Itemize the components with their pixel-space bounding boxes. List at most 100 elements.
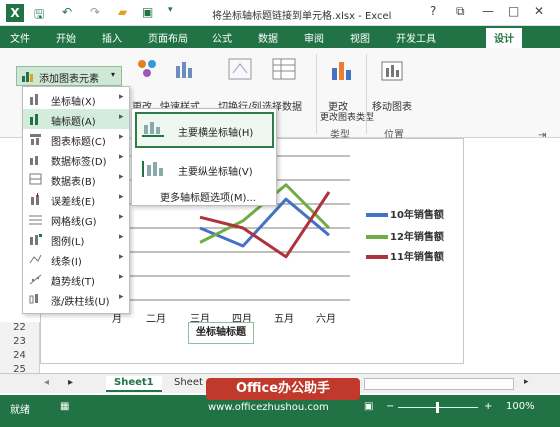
tab-view[interactable]: 视图 <box>350 30 370 45</box>
switch-row-column-icon <box>228 58 252 80</box>
primary-vertical-axis-icon <box>142 161 163 177</box>
maximize-button[interactable]: □ <box>508 4 519 18</box>
ribbon-tab-bar: 文件 开始 插入 页面布局 公式 数据 审阅 视图 开发工具 设计 <box>0 26 560 48</box>
row-header[interactable]: 22 <box>0 322 40 336</box>
page-layout-view-icon[interactable]: ▣ <box>364 401 373 412</box>
row-header[interactable]: 25 <box>0 364 40 373</box>
tab-design[interactable]: 设计 <box>486 28 522 48</box>
menu-item-chart-title[interactable]: 图表标题(C) ▸ <box>23 129 129 149</box>
legend-label: 10年销售额 <box>390 210 444 221</box>
row-header[interactable]: 23 <box>0 336 40 350</box>
menu-item-label: 线条(I) <box>51 257 82 268</box>
submenu-arrow-icon: ▸ <box>119 92 124 102</box>
watermark-logo: Office办公助手 <box>206 378 360 400</box>
error-bars-icon <box>31 193 39 205</box>
menu-item-label: 图例(L) <box>51 237 85 248</box>
ribbon-display-button[interactable]: ⧉ <box>456 4 465 19</box>
submenu-arrow-icon: ▸ <box>119 152 124 162</box>
menu-item-label: 网格线(G) <box>51 217 97 228</box>
scroll-tabs-left-button[interactable]: ◂ <box>36 376 57 392</box>
submenu-arrow-icon: ▸ <box>119 272 124 282</box>
print-preview-icon[interactable]: ▣ <box>142 5 153 19</box>
data-table-icon <box>29 173 42 185</box>
ribbon-separator <box>366 54 367 134</box>
axes-icon <box>30 94 38 105</box>
menu-item-axes[interactable]: 坐标轴(X) ▸ <box>23 89 129 109</box>
zoom-out-button[interactable]: − <box>386 401 394 412</box>
menu-item-label: 图表标题(C) <box>51 137 106 148</box>
menu-item-label: 坐标轴(X) <box>51 97 96 108</box>
menu-item-label: 涨/跌柱线(U) <box>51 297 110 308</box>
menu-item-axis-titles[interactable]: 轴标题(A) ▸ <box>23 109 129 129</box>
submenu-item-label: 主要横坐标轴(H) <box>178 128 254 139</box>
submenu-arrow-icon: ▸ <box>119 212 124 222</box>
x-tick-label: 五月 <box>274 314 294 325</box>
title-bar: X 🖫 ↶ ↷ ▰ ▣ ▾ 将坐标轴标题链接到单元格.xlsx - Excel … <box>0 0 560 26</box>
menu-item-label: 趋势线(T) <box>51 277 95 288</box>
window-title: 将坐标轴标题链接到单元格.xlsx - Excel <box>212 11 392 22</box>
tab-developer[interactable]: 开发工具 <box>396 30 436 45</box>
menu-item-up-down-bars[interactable]: 涨/跌柱线(U) ▸ <box>23 289 129 309</box>
axis-titles-submenu: 主要横坐标轴(H) 主要纵坐标轴(V) 更多轴标题选项(M)... <box>131 108 277 206</box>
submenu-arrow-icon: ▸ <box>119 252 124 262</box>
status-ready: 就绪 <box>10 405 30 416</box>
submenu-item-primary-vertical[interactable]: 主要纵坐标轴(V) <box>178 163 253 178</box>
horizontal-scrollbar[interactable] <box>364 378 514 390</box>
data-labels-icon <box>30 156 38 165</box>
legend-label: 12年销售额 <box>390 232 444 243</box>
help-button[interactable]: ? <box>430 4 436 18</box>
add-chart-element-label: 添加图表元素 <box>39 74 99 85</box>
menu-item-data-table[interactable]: 数据表(B) ▸ <box>23 169 129 189</box>
menu-item-gridlines[interactable]: 网格线(G) ▸ <box>23 209 129 229</box>
chart-styles-icon <box>176 62 192 78</box>
row-header[interactable]: 24 <box>0 350 40 364</box>
close-button[interactable]: ✕ <box>534 4 544 18</box>
legend-item: 10年销售额 <box>366 206 444 221</box>
up-down-bars-icon <box>29 294 38 304</box>
zoom-level[interactable]: 100% <box>506 401 535 412</box>
menu-item-label: 数据表(B) <box>51 177 96 188</box>
redo-icon[interactable]: ↷ <box>90 5 100 19</box>
sheet-tab-sheet2[interactable]: Sheet <box>166 376 211 392</box>
save-icon[interactable]: 🖫 <box>34 5 44 26</box>
scroll-right-arrow-icon[interactable]: ▸ <box>516 376 537 392</box>
submenu-item-more-options[interactable]: 更多轴标题选项(M)... <box>160 189 256 204</box>
sheet-tab-sheet1[interactable]: Sheet1 <box>106 376 162 392</box>
macro-record-icon[interactable]: ▦ <box>60 401 69 412</box>
add-chart-element-button[interactable]: 添加图表元素 ▾ <box>16 66 122 86</box>
submenu-arrow-icon: ▸ <box>119 232 124 242</box>
menu-item-label: 数据标签(D) <box>51 157 107 168</box>
chevron-down-icon: ▾ <box>111 70 116 79</box>
submenu-arrow-icon: ▸ <box>119 172 124 182</box>
submenu-arrow-icon: ▸ <box>119 292 124 302</box>
menu-item-label: 误差线(E) <box>51 197 96 208</box>
tab-insert[interactable]: 插入 <box>102 30 122 45</box>
zoom-slider-thumb[interactable] <box>436 402 439 413</box>
menu-item-lines[interactable]: 线条(I) ▸ <box>23 249 129 269</box>
submenu-arrow-icon: ▸ <box>119 112 124 122</box>
add-chart-element-menu: 坐标轴(X) ▸ 轴标题(A) ▸ 图表标题(C) ▸ 数据标签(D) ▸ 数据… <box>22 86 130 314</box>
minimize-button[interactable]: — <box>482 4 494 18</box>
menu-item-label: 轴标题(A) <box>51 117 96 128</box>
move-chart-button[interactable]: 移动图表 <box>372 98 412 113</box>
scroll-tabs-right-button[interactable]: ▸ <box>60 376 81 392</box>
axis-title[interactable]: 坐标轴标题 <box>188 322 254 344</box>
menu-item-data-labels[interactable]: 数据标签(D) ▸ <box>23 149 129 169</box>
tab-formulas[interactable]: 公式 <box>212 30 232 45</box>
tab-review[interactable]: 审阅 <box>304 30 324 45</box>
undo-icon[interactable]: ↶ <box>62 5 72 19</box>
menu-item-trendline[interactable]: 趋势线(T) ▸ <box>23 269 129 289</box>
menu-item-error-bars[interactable]: 误差线(E) ▸ <box>23 189 129 209</box>
open-folder-icon[interactable]: ▰ <box>118 5 127 19</box>
gridlines-icon <box>29 215 42 225</box>
legend-item: 11年销售额 <box>366 248 444 263</box>
tab-home[interactable]: 开始 <box>56 30 76 45</box>
customize-toolbar-icon[interactable]: ▾ <box>168 5 173 15</box>
change-colors-icon <box>138 60 156 77</box>
zoom-in-button[interactable]: + <box>484 401 492 412</box>
tab-page-layout[interactable]: 页面布局 <box>148 30 188 45</box>
menu-item-legend[interactable]: 图例(L) ▸ <box>23 229 129 249</box>
tab-file[interactable]: 文件 <box>10 30 30 45</box>
legend-swatch <box>366 255 388 259</box>
tab-data[interactable]: 数据 <box>258 30 278 45</box>
